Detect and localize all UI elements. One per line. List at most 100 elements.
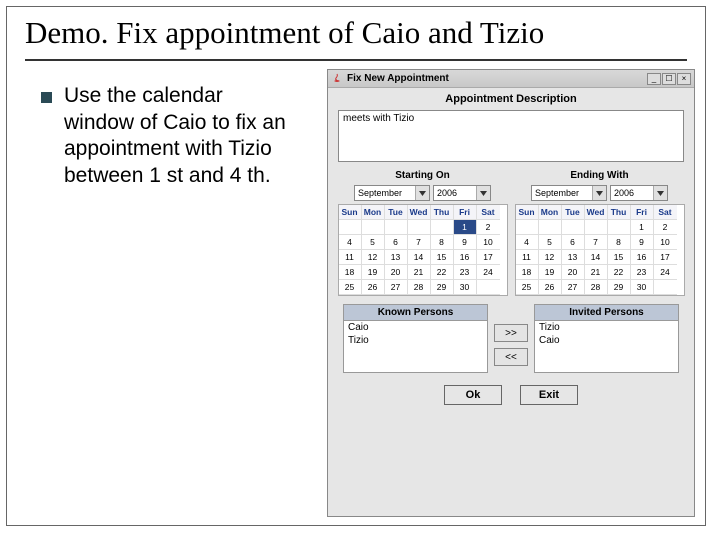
calendar-day[interactable]: 19 xyxy=(539,265,562,280)
start-date-panel: Starting On September 2006 SunMonTueWedT… xyxy=(338,170,508,296)
calendar-day[interactable] xyxy=(431,220,454,235)
calendar-day[interactable]: 8 xyxy=(431,235,454,250)
list-item[interactable]: Tizio xyxy=(344,334,487,347)
calendar-day[interactable]: 24 xyxy=(477,265,500,280)
calendar-day[interactable]: 17 xyxy=(654,250,677,265)
ok-button[interactable]: Ok xyxy=(444,385,502,405)
calendar-day[interactable]: 29 xyxy=(431,280,454,295)
start-year-select[interactable]: 2006 xyxy=(433,185,491,201)
calendar-day[interactable]: 23 xyxy=(454,265,477,280)
remove-person-button[interactable]: << xyxy=(494,348,528,366)
calendar-day[interactable]: 9 xyxy=(631,235,654,250)
calendar-day[interactable]: 26 xyxy=(362,280,385,295)
calendar-dow: Thu xyxy=(608,205,631,220)
calendar-day[interactable]: 8 xyxy=(608,235,631,250)
calendar-day[interactable]: 6 xyxy=(562,235,585,250)
calendar-dow: Thu xyxy=(431,205,454,220)
calendar-day[interactable] xyxy=(539,220,562,235)
calendar-day[interactable]: 22 xyxy=(431,265,454,280)
calendar-day[interactable]: 11 xyxy=(339,250,362,265)
calendar-day[interactable]: 16 xyxy=(631,250,654,265)
calendar-day[interactable] xyxy=(654,280,677,295)
calendar-day[interactable]: 30 xyxy=(631,280,654,295)
calendar-day[interactable] xyxy=(408,220,431,235)
calendar-dow: Wed xyxy=(585,205,608,220)
calendar-day[interactable] xyxy=(477,280,500,295)
calendar-day[interactable]: 7 xyxy=(408,235,431,250)
calendar-day[interactable]: 18 xyxy=(339,265,362,280)
calendar-dow: Tue xyxy=(562,205,585,220)
calendar-day[interactable]: 15 xyxy=(608,250,631,265)
calendar-day[interactable]: 9 xyxy=(454,235,477,250)
titlebar[interactable]: Fix New Appointment _ ☐ × xyxy=(328,70,694,88)
calendar-day[interactable]: 10 xyxy=(477,235,500,250)
calendar-day[interactable]: 16 xyxy=(454,250,477,265)
list-item[interactable]: Tizio xyxy=(535,321,678,334)
calendar-day[interactable]: 27 xyxy=(562,280,585,295)
list-item[interactable]: Caio xyxy=(535,334,678,347)
calendar-day[interactable]: 21 xyxy=(408,265,431,280)
calendar-day[interactable] xyxy=(362,220,385,235)
start-month-value: September xyxy=(358,188,402,198)
calendar-day[interactable]: 7 xyxy=(585,235,608,250)
calendar-dow: Sun xyxy=(516,205,539,220)
calendar-day[interactable]: 4 xyxy=(339,235,362,250)
calendar-day[interactable] xyxy=(585,220,608,235)
calendar-day[interactable] xyxy=(608,220,631,235)
calendar-day[interactable]: 5 xyxy=(362,235,385,250)
calendar-day[interactable]: 15 xyxy=(431,250,454,265)
calendar-day[interactable]: 1 xyxy=(454,220,477,235)
end-calendar[interactable]: SunMonTueWedThuFriSat1245678910111213141… xyxy=(515,204,685,296)
calendar-day[interactable]: 6 xyxy=(385,235,408,250)
calendar-day[interactable]: 12 xyxy=(539,250,562,265)
calendar-day[interactable]: 12 xyxy=(362,250,385,265)
calendar-day[interactable]: 13 xyxy=(562,250,585,265)
calendar-day[interactable]: 17 xyxy=(477,250,500,265)
calendar-day[interactable] xyxy=(562,220,585,235)
calendar-day[interactable]: 30 xyxy=(454,280,477,295)
calendar-day[interactable]: 1 xyxy=(631,220,654,235)
calendar-day[interactable]: 22 xyxy=(608,265,631,280)
exit-button[interactable]: Exit xyxy=(520,385,578,405)
calendar-day[interactable]: 13 xyxy=(385,250,408,265)
calendar-day[interactable] xyxy=(516,220,539,235)
maximize-button[interactable]: ☐ xyxy=(662,73,676,85)
calendar-day[interactable]: 23 xyxy=(631,265,654,280)
calendar-day[interactable] xyxy=(339,220,362,235)
calendar-day[interactable] xyxy=(385,220,408,235)
calendar-day[interactable]: 18 xyxy=(516,265,539,280)
calendar-day[interactable]: 5 xyxy=(539,235,562,250)
end-year-select[interactable]: 2006 xyxy=(610,185,668,201)
calendar-day[interactable]: 20 xyxy=(385,265,408,280)
calendar-day[interactable]: 14 xyxy=(408,250,431,265)
calendar-day[interactable]: 29 xyxy=(608,280,631,295)
start-label: Starting On xyxy=(338,170,508,181)
known-persons-list[interactable]: CaioTizio xyxy=(343,321,488,373)
calendar-day[interactable]: 25 xyxy=(516,280,539,295)
calendar-day[interactable]: 26 xyxy=(539,280,562,295)
calendar-day[interactable]: 14 xyxy=(585,250,608,265)
calendar-day[interactable]: 20 xyxy=(562,265,585,280)
calendar-day[interactable]: 4 xyxy=(516,235,539,250)
calendar-day[interactable]: 21 xyxy=(585,265,608,280)
calendar-day[interactable]: 28 xyxy=(585,280,608,295)
start-month-select[interactable]: September xyxy=(354,185,430,201)
calendar-day[interactable]: 2 xyxy=(477,220,500,235)
slide-title: Demo. Fix appointment of Caio and Tizio xyxy=(25,15,687,51)
invited-persons-list[interactable]: TizioCaio xyxy=(534,321,679,373)
calendar-day[interactable]: 27 xyxy=(385,280,408,295)
calendar-day[interactable]: 11 xyxy=(516,250,539,265)
list-item[interactable]: Caio xyxy=(344,321,487,334)
calendar-day[interactable]: 2 xyxy=(654,220,677,235)
start-calendar[interactable]: SunMonTueWedThuFriSat1245678910111213141… xyxy=(338,204,508,296)
calendar-day[interactable]: 24 xyxy=(654,265,677,280)
end-month-select[interactable]: September xyxy=(531,185,607,201)
calendar-day[interactable]: 25 xyxy=(339,280,362,295)
close-button[interactable]: × xyxy=(677,73,691,85)
calendar-day[interactable]: 19 xyxy=(362,265,385,280)
description-textarea[interactable]: meets with Tizio xyxy=(338,110,684,162)
minimize-button[interactable]: _ xyxy=(647,73,661,85)
calendar-day[interactable]: 10 xyxy=(654,235,677,250)
calendar-day[interactable]: 28 xyxy=(408,280,431,295)
add-person-button[interactable]: >> xyxy=(494,324,528,342)
